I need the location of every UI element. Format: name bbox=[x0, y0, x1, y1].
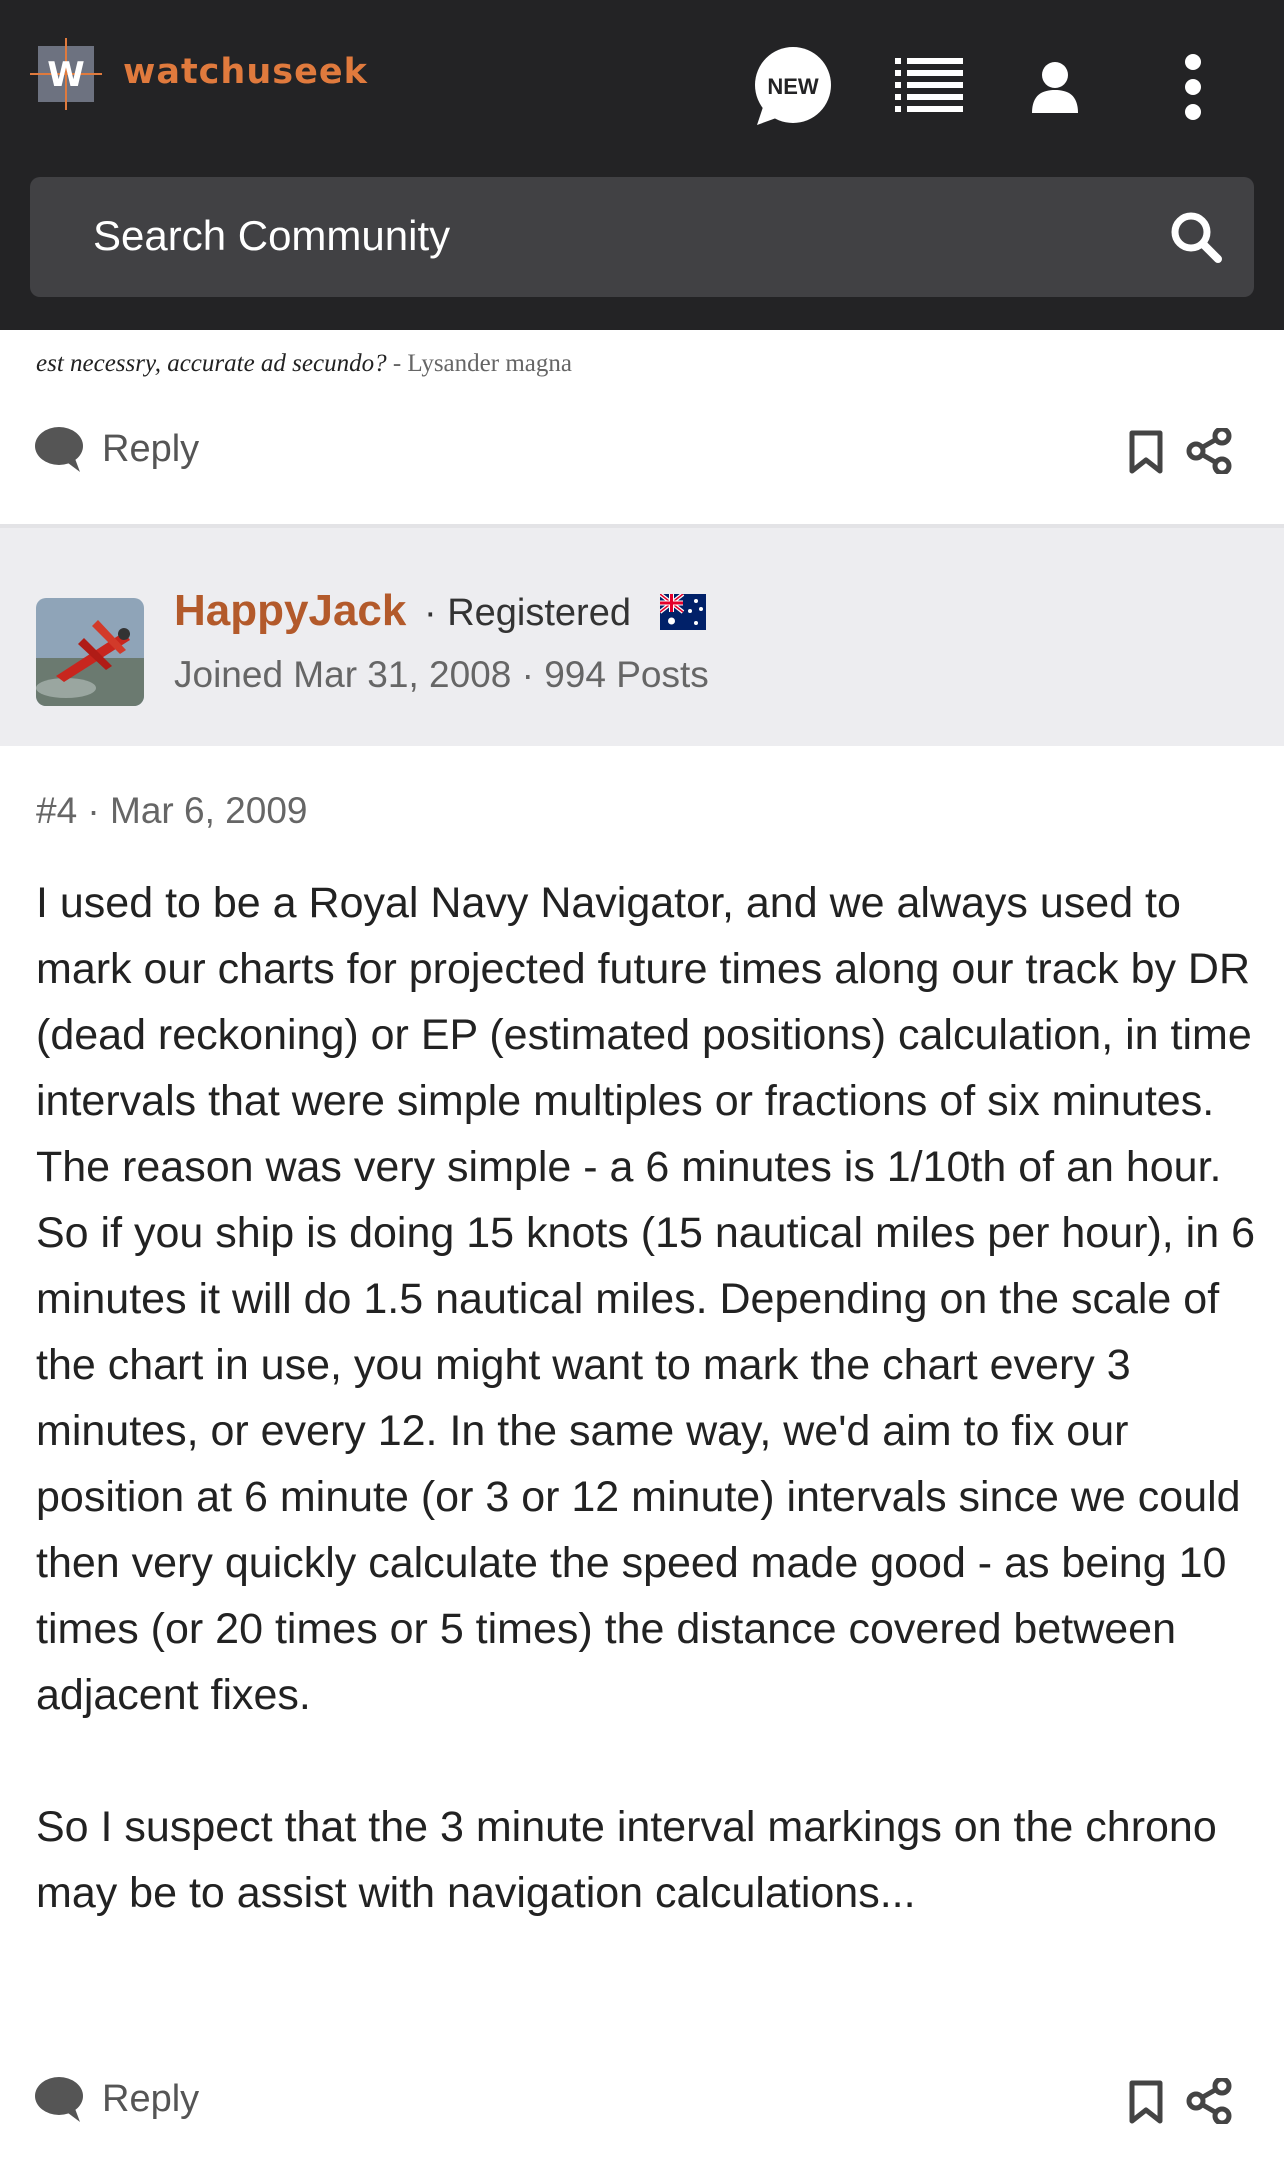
svg-text:W: W bbox=[47, 55, 85, 95]
search-bar[interactable]: Search Community bbox=[30, 177, 1254, 297]
more-vertical-icon[interactable] bbox=[1148, 42, 1238, 132]
reply-label: Reply bbox=[102, 2077, 200, 2120]
signature-author: - Lysander magna bbox=[386, 350, 572, 377]
reply-label: Reply bbox=[102, 427, 200, 470]
logo-icon: W bbox=[30, 38, 102, 110]
user-icon[interactable] bbox=[1010, 42, 1100, 132]
new-posts-icon[interactable]: NEW bbox=[748, 42, 838, 132]
author-role: · Registered bbox=[424, 592, 631, 634]
share-icon[interactable] bbox=[1186, 428, 1232, 474]
bookmark-icon[interactable] bbox=[1126, 2080, 1166, 2124]
search-icon[interactable] bbox=[1168, 209, 1224, 265]
post-body: I used to be a Royal Navy Navigator, and… bbox=[36, 870, 1258, 1926]
top-header: W watchuseek NEW Search Community bbox=[0, 0, 1284, 330]
new-badge-label: NEW bbox=[767, 74, 819, 99]
previous-post-signature: est necessry, accurate ad secundo? - Lys… bbox=[36, 350, 572, 378]
post-meta[interactable]: #4 · Mar 6, 2009 bbox=[36, 790, 307, 832]
comment-icon bbox=[35, 2077, 83, 2122]
search-input[interactable]: Search Community bbox=[93, 212, 450, 260]
previous-post-actions: Reply bbox=[0, 412, 1284, 492]
share-icon[interactable] bbox=[1186, 2078, 1232, 2124]
australia-flag-icon bbox=[660, 594, 706, 630]
signature-text: est necessry, accurate ad secundo? bbox=[36, 350, 387, 377]
post-paragraph: I used to be a Royal Navy Navigator, and… bbox=[36, 879, 1255, 1719]
bookmark-icon[interactable] bbox=[1126, 430, 1166, 474]
site-logo[interactable]: W bbox=[30, 38, 102, 110]
reply-button[interactable]: Reply bbox=[34, 2076, 199, 2122]
avatar-biplane-image bbox=[36, 598, 144, 706]
author-joined-info: Joined Mar 31, 2008 · 994 Posts bbox=[174, 654, 709, 695]
post-author-banner: HappyJack · Registered Joined Mar 31, 20… bbox=[0, 528, 1284, 746]
post-paragraph: So I suspect that the 3 minute interval … bbox=[36, 1803, 1217, 1917]
post-author-name[interactable]: HappyJack bbox=[174, 586, 406, 636]
post-actions: Reply bbox=[0, 2062, 1284, 2142]
reply-button[interactable]: Reply bbox=[34, 426, 199, 472]
list-icon[interactable] bbox=[885, 42, 975, 132]
avatar[interactable] bbox=[36, 598, 144, 706]
brand-name[interactable]: watchuseek bbox=[123, 52, 368, 92]
comment-icon bbox=[35, 427, 83, 472]
